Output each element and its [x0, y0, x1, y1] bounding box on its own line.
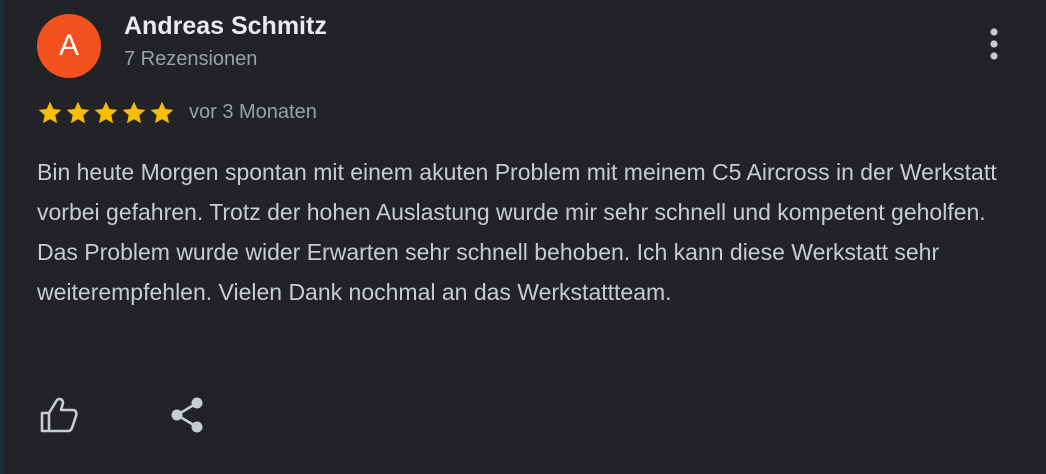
star-icon [122, 101, 146, 124]
star-icon [150, 101, 174, 124]
share-button[interactable] [162, 390, 212, 440]
star-icon [38, 101, 62, 124]
share-icon [171, 397, 203, 433]
review-text: Bin heute Morgen spontan mit einem akute… [37, 159, 997, 305]
author-name[interactable]: Andreas Schmitz [124, 12, 327, 41]
review-card: A Andreas Schmitz 7 Rezensionen vor 3 Mo… [4, 0, 1046, 474]
star-rating [37, 96, 177, 130]
more-vert-icon [990, 28, 998, 60]
like-button[interactable] [34, 390, 84, 440]
star-icon [66, 101, 90, 124]
thumb-up-icon [40, 397, 78, 433]
avatar[interactable]: A [37, 14, 101, 78]
review-date: vor 3 Monaten [189, 101, 317, 123]
review-count[interactable]: 7 Rezensionen [124, 48, 257, 71]
star-icon [94, 101, 118, 124]
avatar-letter: A [58, 29, 79, 62]
more-options-button[interactable] [976, 22, 1012, 66]
